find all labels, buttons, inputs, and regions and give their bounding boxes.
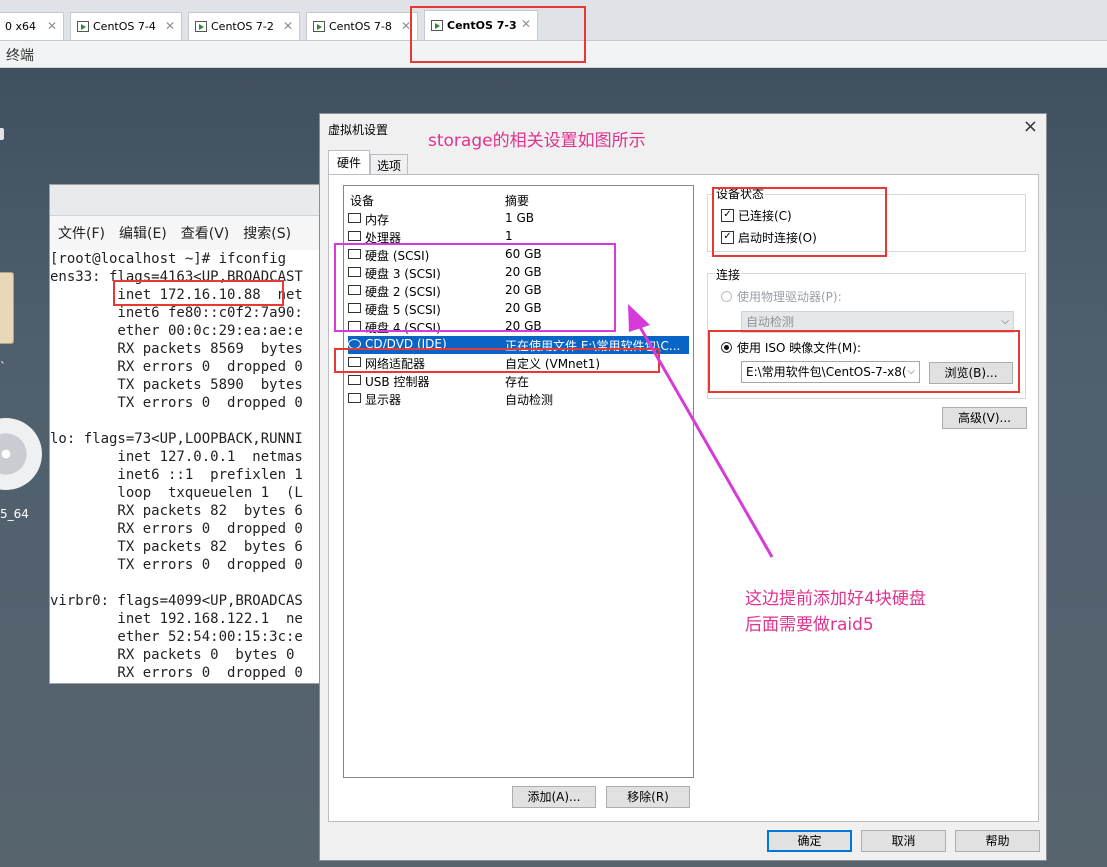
vm-icon xyxy=(313,21,325,32)
terminal-output[interactable]: [root@localhost ~]# ifconfig ens33: flags… xyxy=(50,250,340,682)
tab-label: CentOS 7-2 xyxy=(211,20,274,33)
dialog-tabs: 硬件 选项 xyxy=(328,150,409,176)
terminal-line: ether 00:0c:29:ea:ae:e xyxy=(50,323,303,339)
help-button[interactable]: 帮助 xyxy=(955,830,1040,852)
tab-label: 0 x64 xyxy=(5,20,37,33)
terminal-line: RX errors 0 dropped 0 xyxy=(50,359,303,375)
terminal-line: virbr0: flags=4099<UP,BROADCAS xyxy=(50,593,303,609)
terminal-line: inet 127.0.0.1 netmas xyxy=(50,449,303,465)
device-summary: 1 xyxy=(505,229,513,243)
tab-options[interactable]: 选项 xyxy=(370,154,409,176)
device-name: 显示器 xyxy=(365,393,402,407)
terminal-line: RX errors 0 dropped 0 xyxy=(50,665,303,681)
connection-label: 连接 xyxy=(715,266,742,283)
annotation-iso-highlight xyxy=(708,330,1020,393)
column-header-device: 设备 xyxy=(350,194,375,208)
remove-device-button[interactable]: 移除(R) xyxy=(606,786,690,808)
desktop-label: ` xyxy=(0,360,6,374)
terminal-line: TX packets 5890 bytes xyxy=(50,377,303,393)
ok-button[interactable]: 确定 xyxy=(767,830,852,852)
menu-search[interactable]: 搜索(S) xyxy=(243,223,291,243)
annotation-disk-note-2: 后面需要做raid5 xyxy=(745,615,874,635)
close-icon[interactable]: ✕ xyxy=(283,19,293,33)
vm-icon xyxy=(77,21,89,32)
physical-drive-radio[interactable]: 使用物理驱动器(P): xyxy=(721,288,842,305)
terminal-line: inet6 ::1 prefixlen 1 xyxy=(50,467,303,483)
menu-view[interactable]: 查看(V) xyxy=(181,223,230,243)
tab-centos-7-4[interactable]: CentOS 7-4 ✕ xyxy=(70,12,182,40)
monitor-icon xyxy=(348,393,361,403)
terminal-line: RX packets 8569 bytes xyxy=(50,341,303,357)
terminal-line: ether 52:54:00:15:3c:e xyxy=(50,629,303,645)
device-name: 内存 xyxy=(365,213,390,227)
terminal-line: inet 192.168.122.1 ne xyxy=(50,611,303,627)
device-summary: 存在 xyxy=(505,375,530,389)
tab-label: CentOS 7-8 xyxy=(329,20,392,33)
desktop-iso-label: 5_64 xyxy=(0,507,29,521)
tab-label: CentOS 7-4 xyxy=(93,20,156,33)
radio-icon xyxy=(721,291,732,302)
terminal-line: RX errors 0 dropped 0 xyxy=(50,521,303,537)
dialog-title: 虚拟机设置 xyxy=(328,123,389,137)
tab-vm-0[interactable]: 0 x64 ✕ xyxy=(0,12,64,40)
annotation-ip-highlight xyxy=(113,280,284,306)
terminal-line: TX errors 0 dropped 0 xyxy=(50,557,303,573)
physical-drive-value: 自动检测 xyxy=(746,315,795,329)
cpu-icon xyxy=(348,231,361,241)
device-row[interactable]: 显示器 自动检测 xyxy=(348,390,689,408)
terminal-window[interactable]: 文件(F) 编辑(E) 查看(V) 搜索(S) [root@localhost … xyxy=(49,184,341,684)
tab-centos-7-2[interactable]: CentOS 7-2 ✕ xyxy=(188,12,300,40)
device-summary: 1 GB xyxy=(505,211,534,225)
terminal-line: RX packets 0 bytes 0 xyxy=(50,647,295,663)
terminal-menu: 文件(F) 编辑(E) 查看(V) 搜索(S) xyxy=(50,216,340,250)
close-icon[interactable]: ✕ xyxy=(47,19,57,33)
device-row[interactable]: 内存 1 GB xyxy=(348,210,689,228)
terminal-line: lo: flags=73<UP,LOOPBACK,RUNNI xyxy=(50,431,303,447)
chevron-down-icon: ⌵ xyxy=(1001,316,1009,327)
desktop-icon[interactable] xyxy=(0,128,4,140)
vm-settings-dialog: 虚拟机设置 × 硬件 选项 设备 摘要 内存 1 GB 处理器 1 硬盘 (SCSI) 6… xyxy=(319,113,1047,861)
device-summary: 自动检测 xyxy=(505,393,554,407)
usb-icon xyxy=(348,375,361,385)
cancel-button[interactable]: 取消 xyxy=(861,830,946,852)
annotation-storage-note: storage的相关设置如图所示 xyxy=(428,131,646,151)
annotation-status-highlight xyxy=(712,187,887,257)
annotation-tab-highlight xyxy=(410,6,586,63)
menu-terminal[interactable]: 终端 xyxy=(6,45,34,65)
close-icon[interactable]: × xyxy=(1023,116,1038,137)
terminal-line: TX packets 82 bytes 6 xyxy=(50,539,303,555)
annotation-network-highlight xyxy=(334,348,660,373)
folder-icon[interactable] xyxy=(0,272,14,344)
tab-centos-7-8[interactable]: CentOS 7-8 ✕ xyxy=(306,12,418,40)
physical-drive-label: 使用物理驱动器(P): xyxy=(737,290,842,304)
device-row[interactable]: USB 控制器 存在 xyxy=(348,372,689,390)
terminal-line: RX packets 82 bytes 6 xyxy=(50,503,303,519)
annotation-disk-note-1: 这边提前添加好4块硬盘 xyxy=(745,589,926,609)
terminal-line: TX errors 0 dropped 0 xyxy=(50,395,303,411)
disc-icon[interactable] xyxy=(0,418,42,490)
close-icon[interactable]: ✕ xyxy=(165,19,175,33)
terminal-line: inet6 fe80::c0f2:7a90: xyxy=(50,305,303,321)
vm-icon xyxy=(195,21,207,32)
device-name: USB 控制器 xyxy=(365,375,430,389)
advanced-button[interactable]: 高级(V)... xyxy=(942,407,1027,429)
add-device-button[interactable]: 添加(A)... xyxy=(512,786,596,808)
terminal-line: loop txqueuelen 1 (L xyxy=(50,485,303,501)
menu-edit[interactable]: 编辑(E) xyxy=(119,223,167,243)
terminal-line: [root@localhost ~]# ifconfig xyxy=(50,251,287,267)
menu-file[interactable]: 文件(F) xyxy=(58,223,105,243)
memory-icon xyxy=(348,213,361,223)
annotation-disks-highlight xyxy=(334,243,616,332)
terminal-titlebar[interactable] xyxy=(50,185,340,216)
tab-hardware[interactable]: 硬件 xyxy=(328,150,371,176)
column-header-summary: 摘要 xyxy=(505,194,530,208)
